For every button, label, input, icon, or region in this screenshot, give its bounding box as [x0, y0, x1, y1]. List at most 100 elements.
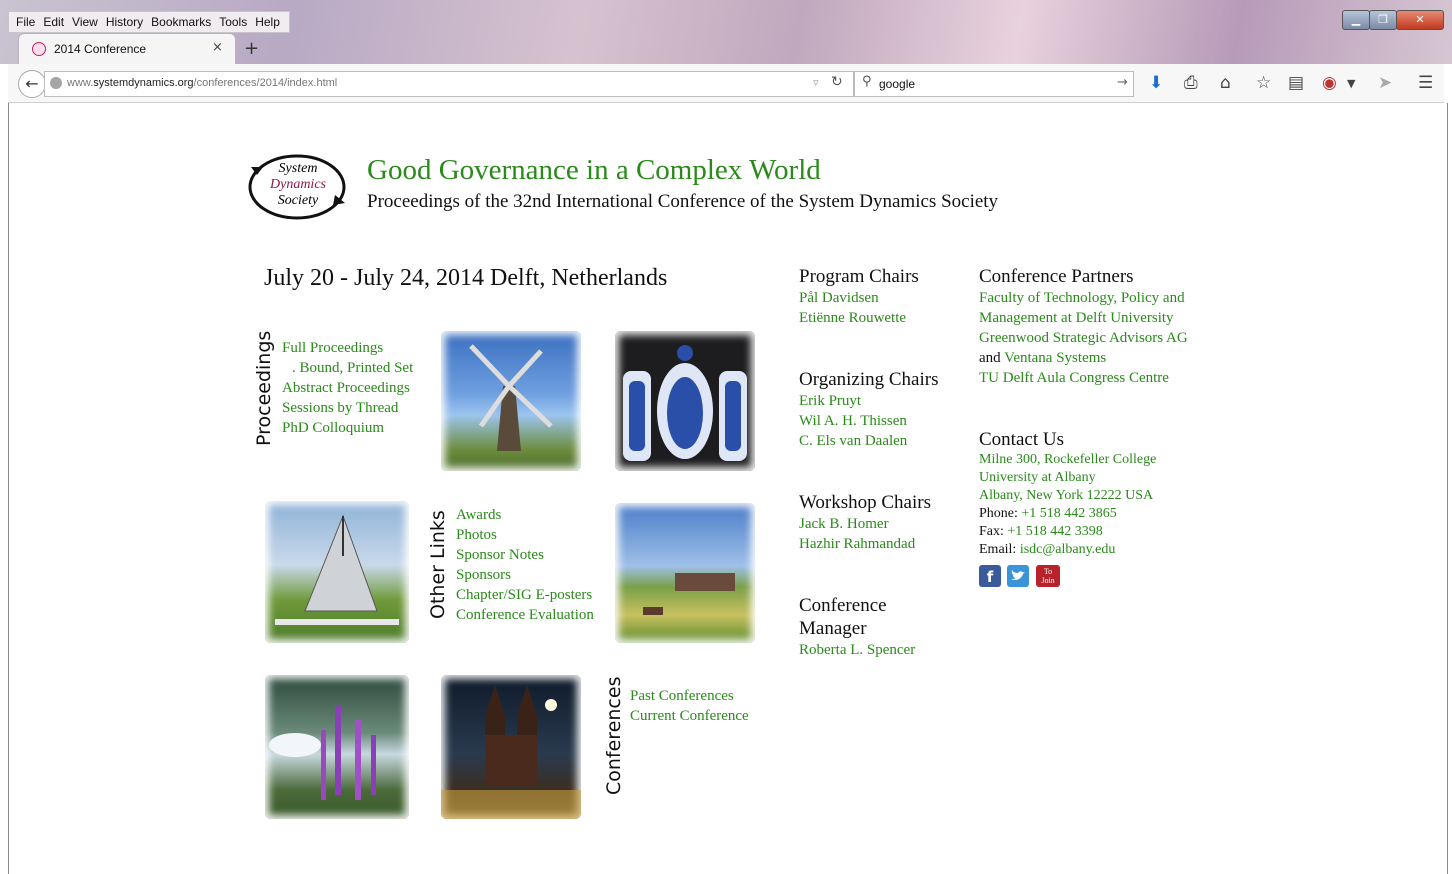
link-sponsor-notes[interactable]: Sponsor Notes — [456, 545, 594, 565]
menu-file[interactable]: File — [16, 15, 35, 29]
menu-edit[interactable]: Edit — [43, 15, 64, 29]
contact-address-2[interactable]: University at Albany — [979, 469, 1156, 487]
contact-heading: Contact Us — [979, 429, 1064, 450]
link-current-conference[interactable]: Current Conference — [630, 706, 749, 726]
proceedings-links: Full Proceedings . Bound, Printed Set Ab… — [282, 338, 413, 438]
organizing-chair-2[interactable]: Wil A. H. Thissen — [799, 411, 939, 431]
download-icon[interactable]: ⬇ — [1149, 73, 1163, 93]
maximize-button[interactable]: ❐ — [1369, 10, 1397, 30]
partner-and-line: and Ventana Systems — [979, 348, 1188, 368]
link-past-conferences[interactable]: Past Conferences — [630, 686, 749, 706]
browser-tab[interactable]: 2014 Conference × — [18, 33, 236, 64]
back-button[interactable]: ← — [18, 70, 46, 98]
conference-manager-name[interactable]: Roberta L. Spencer — [799, 640, 915, 660]
menu-bookmarks[interactable]: Bookmarks — [151, 15, 211, 29]
fax-link[interactable]: +1 518 442 3398 — [1007, 524, 1102, 539]
link-chapter-sig-eposters[interactable]: Chapter/SIG E-posters — [456, 585, 594, 605]
site-identity-icon[interactable] — [50, 77, 62, 89]
organizing-chairs-section: Organizing Chairs Erik Pruyt Wil A. H. T… — [799, 368, 939, 451]
workshop-chair-2[interactable]: Hazhir Rahmandad — [799, 534, 931, 554]
send-icon[interactable]: ➤ — [1378, 73, 1392, 93]
search-input[interactable]: google — [879, 77, 915, 91]
twitter-icon[interactable] — [1007, 565, 1029, 587]
link-full-proceedings[interactable]: Full Proceedings — [282, 338, 413, 358]
menu-tools[interactable]: Tools — [219, 15, 247, 29]
url-text: www.systemdynamics.org/conferences/2014/… — [67, 77, 338, 89]
facebook-icon[interactable]: f — [979, 565, 1001, 587]
logo-line-3: Society — [277, 193, 319, 208]
addon-dropdown-icon[interactable]: ▼ — [1347, 77, 1355, 90]
other-links-list: Awards Photos Sponsor Notes Sponsors Cha… — [456, 505, 594, 625]
logo-line-2: Dynamics — [270, 177, 326, 192]
reload-icon[interactable]: ↻ — [831, 74, 843, 90]
search-go-icon[interactable]: → — [1117, 75, 1128, 90]
organizing-chairs-heading: Organizing Chairs — [799, 369, 939, 390]
menu-help[interactable]: Help — [255, 15, 280, 29]
phone-link[interactable]: +1 518 442 3865 — [1021, 506, 1116, 521]
address-bar[interactable]: www.systemdynamics.org/conferences/2014/… — [44, 71, 854, 97]
partner-tu-delft-aula[interactable]: TU Delft Aula Congress Centre — [979, 368, 1188, 388]
join-icon[interactable]: To Join — [1036, 565, 1060, 587]
and-text: and — [979, 350, 1001, 366]
partner-greenwood[interactable]: Greenwood Strategic Advisors AG — [979, 328, 1188, 348]
program-chairs-heading: Program Chairs — [799, 266, 919, 287]
join-line-2: Join — [1041, 576, 1055, 585]
conference-partners-section: Conference Partners Faculty of Technolog… — [979, 265, 1188, 388]
contact-phone: Phone: +1 518 442 3865 — [979, 505, 1156, 523]
contact-fax: Fax: +1 518 442 3398 — [979, 523, 1156, 541]
organizing-chair-3[interactable]: C. Els van Daalen — [799, 431, 939, 451]
phone-label: Phone: — [979, 506, 1018, 521]
contact-email: Email: isdc@albany.edu — [979, 541, 1156, 559]
flowers-fountain-photo — [265, 675, 409, 819]
partner-faculty-line1[interactable]: Faculty of Technology, Policy and — [979, 288, 1188, 308]
link-phd-colloquium[interactable]: PhD Colloquium — [282, 418, 413, 438]
email-link[interactable]: isdc@albany.edu — [1020, 542, 1116, 557]
search-bar[interactable]: ⚲ google → — [854, 71, 1134, 97]
other-links-label: Other Links — [427, 510, 449, 619]
social-icons: f To Join — [979, 565, 1156, 591]
minimize-button[interactable]: ▁ — [1342, 10, 1370, 30]
contact-section: Contact Us Milne 300, Rockefeller Colleg… — [979, 428, 1156, 591]
conference-manager-heading-line2: Manager — [799, 618, 867, 639]
menu-history[interactable]: History — [106, 15, 143, 29]
contact-address-1[interactable]: Milne 300, Rockefeller College — [979, 451, 1156, 469]
bookmark-star-icon[interactable]: ☆ — [1256, 73, 1271, 93]
navigation-toolbar: ← www.systemdynamics.org/conferences/201… — [8, 64, 1444, 103]
link-sessions-by-thread[interactable]: Sessions by Thread — [282, 398, 413, 418]
proceedings-label: Proceedings — [253, 330, 275, 446]
link-bound-printed-set[interactable]: . Bound, Printed Set — [282, 358, 413, 378]
url-dropdown-icon[interactable]: ▿ — [813, 76, 819, 89]
close-window-button[interactable]: ✕ — [1396, 10, 1444, 30]
home-icon[interactable]: ⌂ — [1220, 73, 1231, 93]
email-label: Email: — [979, 542, 1017, 557]
conference-manager-section: Conference Manager Roberta L. Spencer — [799, 594, 915, 660]
conferences-links: Past Conferences Current Conference — [630, 686, 749, 726]
tab-close-icon[interactable]: × — [212, 40, 223, 55]
workshop-chair-1[interactable]: Jack B. Homer — [799, 514, 931, 534]
partner-faculty-line2[interactable]: Management at Delft University — [979, 308, 1188, 328]
program-chair-2[interactable]: Etiënne Rouwette — [799, 308, 919, 328]
menu-view[interactable]: View — [72, 15, 98, 29]
link-sponsors[interactable]: Sponsors — [456, 565, 594, 585]
organizing-chair-1[interactable]: Erik Pruyt — [799, 391, 939, 411]
link-conference-evaluation[interactable]: Conference Evaluation — [456, 605, 594, 625]
new-tab-button[interactable]: + — [244, 38, 259, 59]
program-chair-1[interactable]: Pål Davidsen — [799, 288, 919, 308]
addon-icon[interactable]: ◉ — [1322, 73, 1337, 93]
print-icon[interactable]: ⎙ — [1184, 73, 1198, 93]
page-viewport: System Dynamics Society Good Governance … — [8, 103, 1448, 874]
reading-list-icon[interactable]: ▤ — [1288, 73, 1304, 93]
link-abstract-proceedings[interactable]: Abstract Proceedings — [282, 378, 413, 398]
menu-bar: File Edit View History Bookmarks Tools H… — [8, 11, 290, 33]
workshop-chairs-heading: Workshop Chairs — [799, 492, 931, 513]
conference-manager-heading-line1: Conference — [799, 595, 887, 616]
partner-ventana[interactable]: Ventana Systems — [1004, 350, 1106, 366]
windmill-photo — [441, 331, 581, 471]
logo-line-1: System — [278, 161, 318, 176]
contact-address-3[interactable]: Albany, New York 12222 USA — [979, 487, 1156, 505]
menu-hamburger-icon[interactable]: ☰ — [1418, 73, 1433, 93]
link-photos[interactable]: Photos — [456, 525, 594, 545]
conferences-label: Conferences — [603, 676, 625, 795]
link-awards[interactable]: Awards — [456, 505, 594, 525]
delftware-photo — [615, 331, 755, 471]
